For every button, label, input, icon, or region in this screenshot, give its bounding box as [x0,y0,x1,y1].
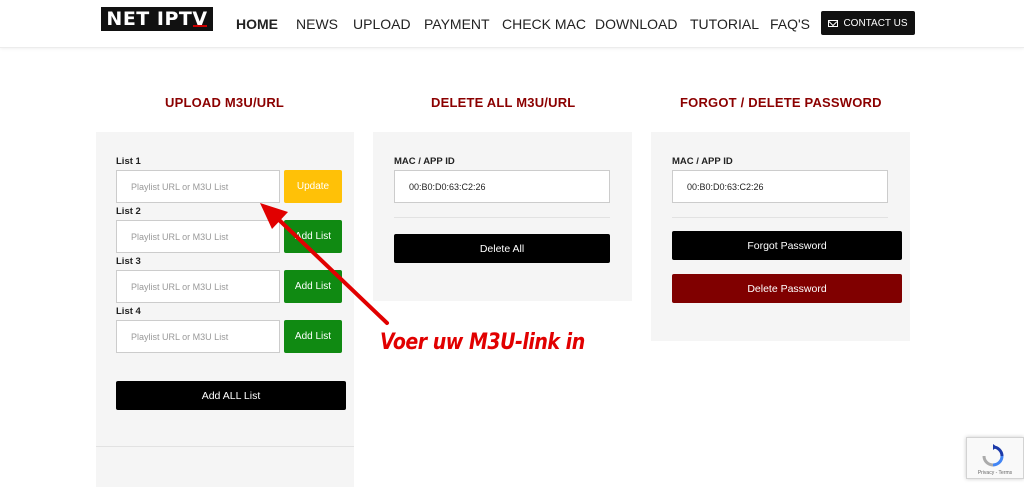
recaptcha-icon [982,444,1004,467]
annotation-arrow [260,203,389,325]
recaptcha-links[interactable]: Privacy - Terms [967,470,1023,476]
recaptcha-badge[interactable]: Privacy - Terms [966,437,1024,479]
annotation-text: Voer uw M3U-link in [380,329,585,355]
